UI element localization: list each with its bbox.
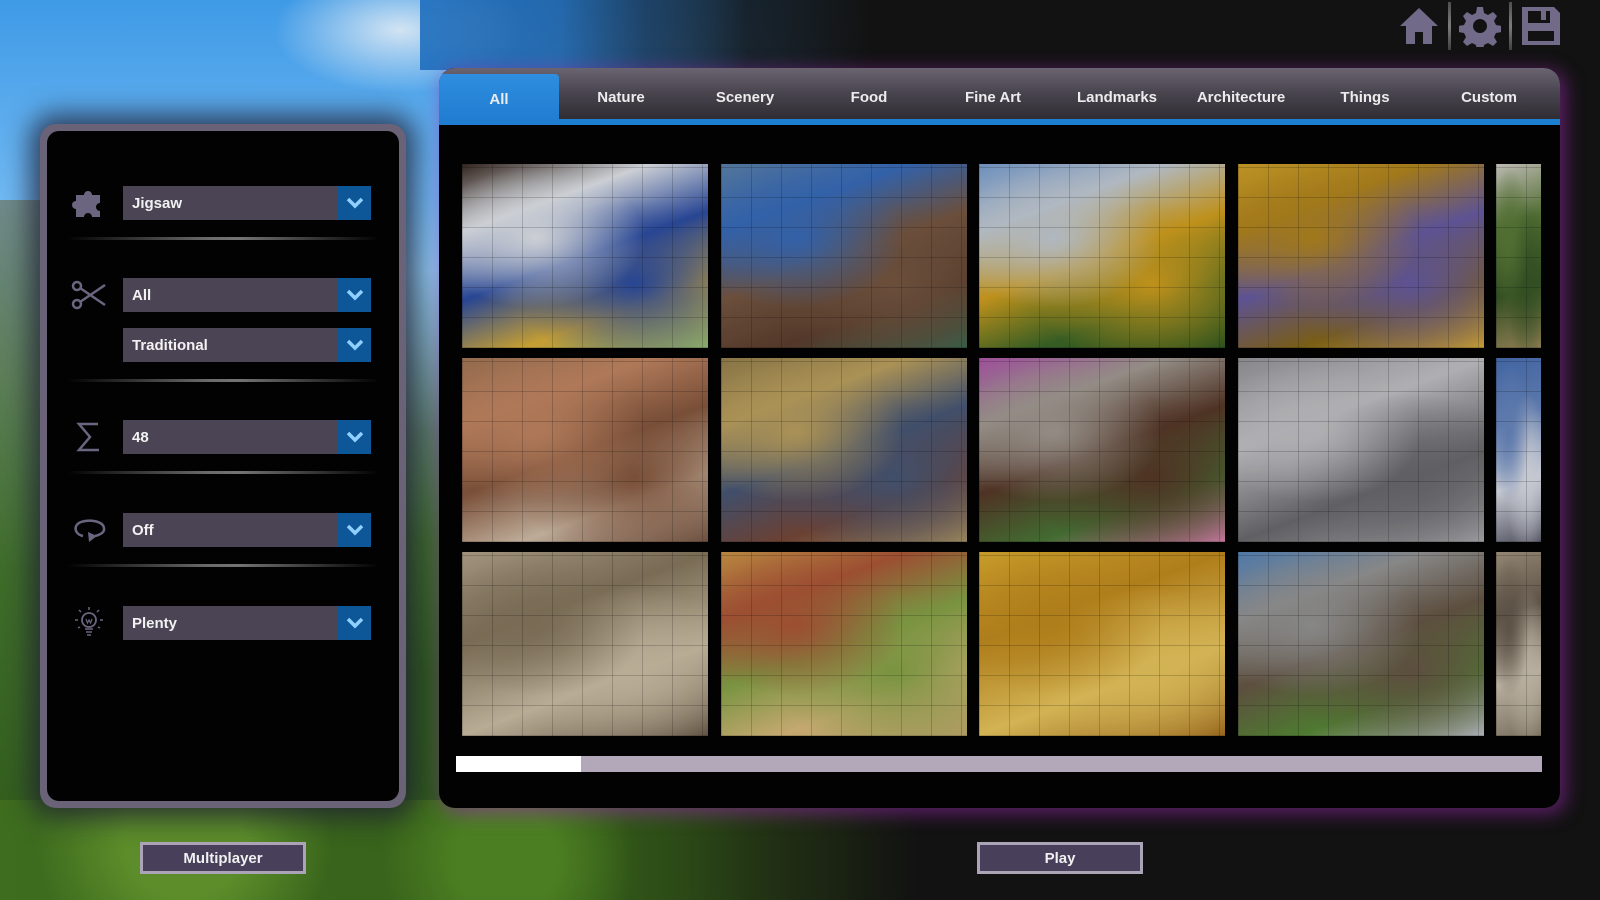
lightbulb-icon <box>69 606 109 640</box>
puzzle-type-dropdown[interactable]: Jigsaw <box>123 186 371 220</box>
option-puzzle-type: Jigsaw <box>47 186 399 220</box>
puzzle-thumbnail[interactable] <box>462 552 708 736</box>
divider <box>67 379 379 382</box>
thumbnail-shade <box>462 552 708 736</box>
hints-value: Plenty <box>132 614 178 632</box>
options-panel: Jigsaw All Traditional 48 Off Plenty <box>40 124 406 808</box>
option-hints: Plenty <box>47 606 399 640</box>
toolbar-separator <box>1509 2 1512 50</box>
chevron-down-icon <box>338 513 371 547</box>
rotation-value: Off <box>132 521 154 539</box>
puzzle-thumbnail[interactable] <box>720 164 967 348</box>
puzzle-thumbnail[interactable] <box>720 552 967 736</box>
tab-landmarks[interactable]: Landmarks <box>1057 74 1177 120</box>
scrollbar-thumb[interactable] <box>456 756 581 772</box>
puzzle-thumbnail[interactable] <box>1237 358 1484 542</box>
puzzle-thumbnail[interactable] <box>979 358 1225 542</box>
chevron-down-icon <box>338 278 371 312</box>
thumbnail-shade <box>1237 358 1484 542</box>
toolbar-separator <box>1448 2 1451 50</box>
home-button[interactable] <box>1390 2 1448 50</box>
thumbnail-shade <box>462 164 708 348</box>
puzzle-piece-icon <box>69 186 109 220</box>
thumbnail-shade <box>720 552 967 736</box>
tab-food[interactable]: Food <box>809 74 929 120</box>
tab-nature[interactable]: Nature <box>561 74 681 120</box>
options-panel-inner: Jigsaw All Traditional 48 Off Plenty <box>47 131 399 801</box>
sigma-icon <box>69 420 109 454</box>
tab-things[interactable]: Things <box>1305 74 1425 120</box>
puzzle-thumbnail[interactable] <box>1496 552 1541 736</box>
thumbnail-shade <box>1496 358 1541 542</box>
puzzle-thumbnail[interactable] <box>462 358 708 542</box>
option-rotation: Off <box>47 513 399 547</box>
rotate-icon <box>69 513 109 547</box>
save-button[interactable] <box>1512 2 1570 50</box>
puzzle-grid <box>462 164 1560 736</box>
thumbnail-shade <box>979 552 1225 736</box>
chevron-down-icon <box>338 186 371 220</box>
option-cut-style: Traditional <box>47 328 399 362</box>
tab-all[interactable]: All <box>439 74 559 125</box>
puzzle-thumbnail[interactable] <box>1496 358 1541 542</box>
gallery-scrollbar[interactable] <box>456 756 1542 772</box>
chevron-down-icon <box>338 328 371 362</box>
option-piece-count: 48 <box>47 420 399 454</box>
piece-count-value: 48 <box>132 428 149 446</box>
cut-style-dropdown[interactable]: Traditional <box>123 328 371 362</box>
thumbnail-shade <box>1496 552 1541 736</box>
cut-style-value: Traditional <box>132 336 208 354</box>
thumbnail-shade <box>1496 164 1541 348</box>
home-icon <box>1400 8 1438 44</box>
cut-style-group-dropdown[interactable]: All <box>123 278 371 312</box>
settings-button[interactable] <box>1451 2 1509 50</box>
thumbnail-shade <box>1237 164 1484 348</box>
multiplayer-button[interactable]: Multiplayer <box>140 842 306 874</box>
puzzle-thumbnail[interactable] <box>979 164 1225 348</box>
puzzle-thumbnail[interactable] <box>720 358 967 542</box>
save-icon <box>1522 7 1560 45</box>
puzzle-thumbnail[interactable] <box>979 552 1225 736</box>
puzzle-thumbnail[interactable] <box>462 164 708 348</box>
hints-dropdown[interactable]: Plenty <box>123 606 371 640</box>
top-toolbar <box>1390 0 1570 52</box>
puzzle-browser: All Nature Scenery Food Fine Art Landmarks Arc… <box>439 68 1560 808</box>
gear-icon <box>1459 7 1501 47</box>
thumbnail-shade <box>720 358 967 542</box>
puzzle-type-value: Jigsaw <box>132 194 183 212</box>
cut-style-group-value: All <box>132 286 152 304</box>
thumbnail-shade <box>462 358 708 542</box>
chevron-down-icon <box>338 420 371 454</box>
play-button[interactable]: Play <box>977 842 1143 874</box>
thumbnail-shade <box>720 164 967 348</box>
thumbnail-shade <box>979 358 1225 542</box>
puzzle-thumbnail[interactable] <box>1237 552 1484 736</box>
background-foliage <box>0 800 920 900</box>
tab-custom[interactable]: Custom <box>1429 74 1549 120</box>
divider <box>67 237 379 240</box>
puzzle-thumbnail[interactable] <box>1237 164 1484 348</box>
option-cut-style-group: All <box>47 278 399 312</box>
tab-architecture[interactable]: Architecture <box>1181 74 1301 120</box>
divider <box>67 564 379 567</box>
tab-fine-art[interactable]: Fine Art <box>933 74 1053 120</box>
tab-scenery[interactable]: Scenery <box>685 74 805 120</box>
rotation-dropdown[interactable]: Off <box>123 513 371 547</box>
puzzle-thumbnail[interactable] <box>1496 164 1541 348</box>
chevron-down-icon <box>338 606 371 640</box>
divider <box>67 471 379 474</box>
scissors-icon <box>69 278 109 312</box>
piece-count-dropdown[interactable]: 48 <box>123 420 371 454</box>
thumbnail-shade <box>1237 552 1484 736</box>
thumbnail-shade <box>979 164 1225 348</box>
category-tabs: All Nature Scenery Food Fine Art Landmarks Arc… <box>439 68 1560 125</box>
